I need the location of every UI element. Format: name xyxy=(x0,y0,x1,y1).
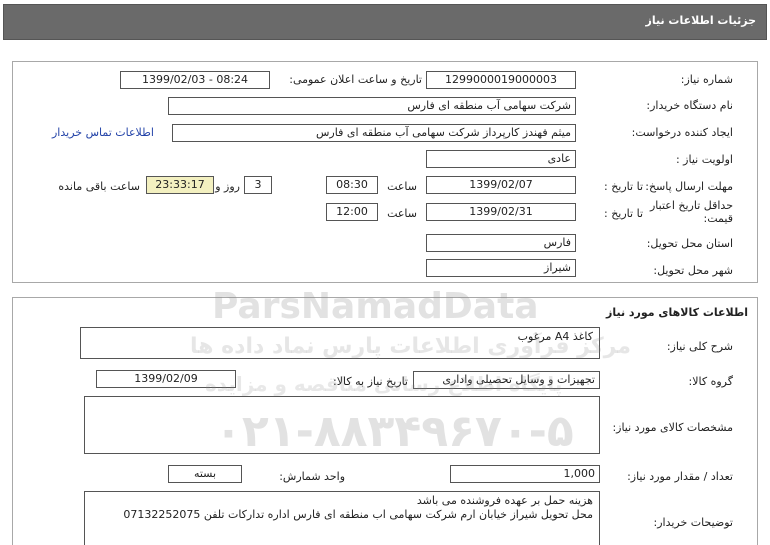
validity-time-label: ساعت xyxy=(387,207,417,220)
buyer-contact-link[interactable]: اطلاعات تماس خریدار xyxy=(52,126,154,139)
request-creator-field: میثم فهندز کارپرداز شرکت سهامی آب منطقه … xyxy=(172,124,576,142)
page-title: جزئیات اطلاعات نیاز xyxy=(645,14,757,27)
remaining-time-field: 23:33:17 xyxy=(146,176,214,194)
need-number-label: شماره نیاز: xyxy=(680,73,733,86)
delivery-province-label: استان محل تحویل: xyxy=(646,237,733,250)
buyer-org-field: شرکت سهامی آب منطقه ای فارس xyxy=(168,97,576,115)
deadline-time-field: 08:30 xyxy=(326,176,378,194)
unit-label: واحد شمارش: xyxy=(279,470,345,483)
validity-date-field: 1399/02/31 xyxy=(426,203,576,221)
validity-time-field: 12:00 xyxy=(326,203,378,221)
remaining-time-label: ساعت باقی مانده xyxy=(58,180,140,193)
goods-group-field: تجهیزات و وسایل تحصیلی واداری xyxy=(413,371,600,389)
deadline-date-field: 1399/02/07 xyxy=(426,176,576,194)
quantity-label: تعداد / مقدار مورد نیاز: xyxy=(627,470,733,483)
goods-specs-label: مشخصات کالای مورد نیاز: xyxy=(612,421,733,434)
priority-label: اولویت نیاز : xyxy=(675,153,733,166)
announce-datetime-label: تاریخ و ساعت اعلان عمومی: xyxy=(289,73,422,86)
deadline-label: مهلت ارسال پاسخ: xyxy=(645,180,733,193)
buyer-notes-field: هزینه حمل بر عهده فروشنده می باشد محل تح… xyxy=(84,491,600,545)
need-number-field: 1299000019000003 xyxy=(426,71,576,89)
remaining-days-label: روز و xyxy=(215,180,240,193)
remaining-days-field: 3 xyxy=(244,176,272,194)
buyer-notes-line-1: هزینه حمل بر عهده فروشنده می باشد xyxy=(416,494,593,507)
buyer-notes-label: توضیحات خریدار: xyxy=(653,516,734,529)
delivery-province-field: فارس xyxy=(426,234,576,252)
request-creator-label: ایجاد کننده درخواست: xyxy=(631,126,733,139)
goods-need-date-field: 1399/02/09 xyxy=(96,370,236,388)
goods-specs-field xyxy=(84,396,600,454)
general-description-field: کاغذ A4 مرغوب xyxy=(80,327,600,359)
announce-datetime-field: 1399/02/03 - 08:24 xyxy=(120,71,270,89)
goods-group-label: گروه کالا: xyxy=(688,375,733,388)
deadline-to-date-label: تا تاریخ : xyxy=(604,180,643,193)
goods-need-date-label: تاریخ نیاز به کالا: xyxy=(333,375,408,388)
quantity-field: 1,000 xyxy=(450,465,600,483)
buyer-org-label: نام دستگاه خریدار: xyxy=(646,99,733,112)
price-validity-label-line2: قیمت: xyxy=(703,212,733,225)
priority-field: عادی xyxy=(426,150,576,168)
delivery-city-label: شهر محل تحویل: xyxy=(653,264,733,277)
delivery-city-field: شیراز xyxy=(426,259,576,277)
buyer-notes-line-2: محل تحویل شیراز خیابان ارم شرکت سهامی اب… xyxy=(123,508,593,521)
validity-to-date-label: تا تاریخ : xyxy=(604,207,643,220)
general-description-label: شرح کلی نیاز: xyxy=(666,340,733,353)
price-validity-label-line1: حداقل تاریخ اعتبار xyxy=(649,199,733,212)
goods-section-title: اطلاعات کالاهای مورد نیاز xyxy=(606,306,748,319)
unit-field: بسته xyxy=(168,465,242,483)
deadline-time-label: ساعت xyxy=(387,180,417,193)
